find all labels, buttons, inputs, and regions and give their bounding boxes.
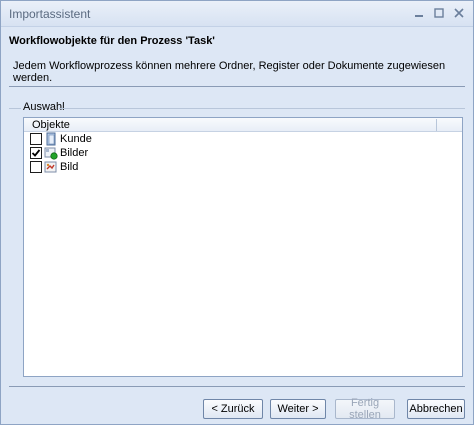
- next-button[interactable]: Weiter >: [270, 399, 326, 419]
- folder-icon: [44, 132, 58, 146]
- close-icon[interactable]: [451, 6, 467, 20]
- register-icon: [44, 146, 58, 160]
- title-bar: Importassistent: [1, 1, 473, 27]
- document-icon: [44, 160, 58, 174]
- column-header-label: Objekte: [32, 119, 70, 131]
- item-checkbox[interactable]: [30, 147, 42, 159]
- group-border: [9, 108, 21, 109]
- list-item-label: Bilder: [60, 147, 89, 159]
- wizard-header: Workflowobjekte für den Prozess 'Task' J…: [1, 27, 473, 84]
- header-divider: [9, 86, 465, 87]
- list-item[interactable]: Kunde: [28, 132, 228, 146]
- list-item[interactable]: Bilder: [28, 146, 228, 160]
- page-description: Jedem Workflowprozess können mehrere Ord…: [13, 60, 446, 84]
- group-label: Auswahl: [23, 101, 65, 113]
- window-controls: [411, 6, 467, 20]
- list-item[interactable]: Bild: [28, 160, 228, 174]
- item-checkbox[interactable]: [30, 133, 42, 145]
- item-checkbox[interactable]: [30, 161, 42, 173]
- back-button[interactable]: < Zurück: [203, 399, 263, 419]
- cancel-button[interactable]: Abbrechen: [407, 399, 465, 419]
- maximize-icon[interactable]: [431, 6, 447, 20]
- group-border: [59, 108, 465, 109]
- objects-list[interactable]: Objekte Kunde Bilder Bild: [23, 117, 463, 377]
- import-wizard-window: Importassistent Workflowobjekte für den …: [0, 0, 474, 425]
- column-header-objects[interactable]: Objekte: [24, 118, 462, 132]
- list-item-label: Bild: [60, 161, 79, 173]
- column-divider[interactable]: [436, 119, 437, 131]
- page-title: Workflowobjekte für den Prozess 'Task': [9, 35, 215, 47]
- finish-button[interactable]: Fertig stellen: [335, 397, 395, 421]
- window-title: Importassistent: [9, 7, 91, 21]
- list-item-label: Kunde: [60, 133, 92, 145]
- footer-divider: [9, 386, 465, 387]
- minimize-icon[interactable]: [411, 6, 427, 20]
